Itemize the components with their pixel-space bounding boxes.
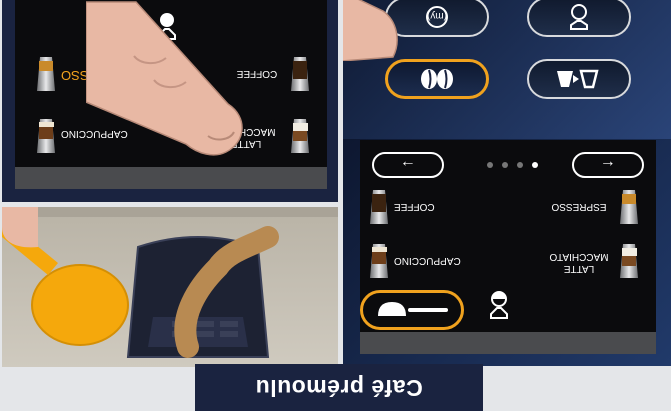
panel-touchscreen-latte: LATTE MACCHIATO CAPPUCCINO COFFEE ESPRES…: [2, 0, 338, 202]
panel-touchscreen-ground: LATTE MACCHIATO CAPPUCCINO ESPRESSO COFF…: [343, 139, 671, 366]
product-label-cappuccino[interactable]: CAPPUCCINO: [394, 254, 472, 266]
coffee-cup-icon[interactable]: [368, 188, 390, 226]
ground-coffee-button[interactable]: [360, 290, 464, 330]
product-label-espresso[interactable]: ESPRESSO: [544, 200, 614, 212]
beans-icon: [421, 69, 453, 89]
espresso-cup-icon[interactable]: [618, 188, 640, 226]
coffee-chute-icon: [490, 291, 508, 319]
finger-illustration: [343, 0, 398, 61]
latte-cup-icon[interactable]: [618, 242, 640, 280]
next-button[interactable]: →: [372, 152, 444, 178]
finger-illustration: [86, 1, 243, 156]
product-label-coffee[interactable]: COFFEE: [394, 200, 460, 212]
my-coffee-icon: (my): [426, 6, 448, 28]
cup-dispense-button[interactable]: [527, 0, 631, 37]
panel-ground-coffee-funnel: [2, 207, 338, 367]
product-label-latte-macchiato[interactable]: LATTE MACCHIATO: [542, 250, 616, 274]
prev-button[interactable]: ←: [572, 152, 644, 178]
cup-transfer-icon: [557, 69, 599, 89]
my-coffee-label: (my): [427, 10, 447, 21]
cappuccino-cup-icon[interactable]: [368, 242, 390, 280]
measuring-spoon: [31, 264, 129, 346]
touchscreen: LATTE MACCHIATO CAPPUCCINO ESPRESSO COFF…: [360, 140, 656, 354]
ground-coffee-spoon-icon: [378, 302, 448, 316]
cappuccino-cup-icon[interactable]: [35, 117, 57, 155]
coffee-cup-icon[interactable]: [289, 55, 311, 93]
pager-dots: [487, 162, 538, 168]
panel-control-buttons: (my): [343, 0, 671, 139]
pager-dot: [502, 162, 508, 168]
caption-title: Café prémoulu: [255, 375, 423, 402]
beans-button[interactable]: [385, 59, 489, 99]
pager-dot: [517, 162, 523, 168]
cup-dispense-icon: [570, 4, 588, 30]
screen-top-bar: [360, 332, 656, 354]
espresso-cup-icon[interactable]: [35, 55, 57, 93]
caption-box: Café prémoulu: [197, 366, 481, 410]
cup-transfer-button[interactable]: [527, 59, 631, 99]
pager-dot: [487, 162, 493, 168]
machine-illustration: [2, 207, 338, 358]
screen-top-bar: [15, 167, 327, 189]
latte-cup-icon[interactable]: [289, 117, 311, 155]
pager-dot-active: [532, 162, 538, 168]
